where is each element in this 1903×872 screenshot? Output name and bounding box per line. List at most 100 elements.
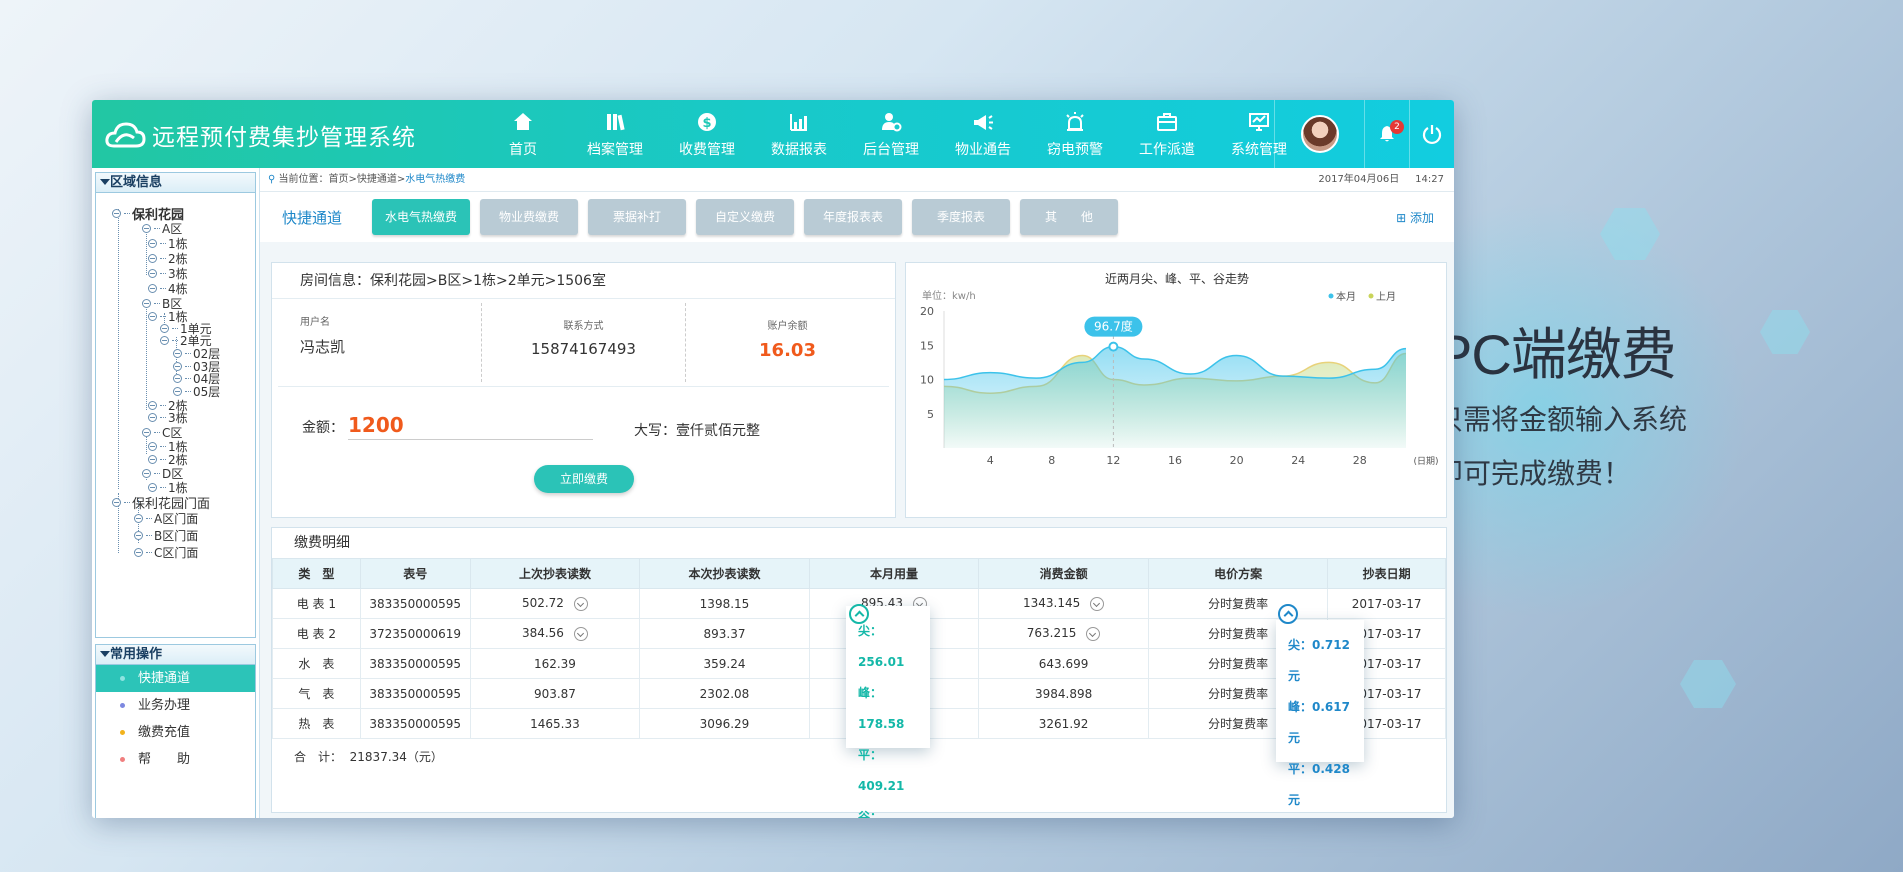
collapse-reading-icon[interactable] [849, 604, 869, 624]
cell-value: 电 表 1 [296, 597, 336, 611]
pay-now-button[interactable]: 立即缴费 [534, 465, 634, 493]
sidebar-op-3[interactable]: 帮 助 [96, 746, 255, 773]
total-label: 合 计： [294, 750, 343, 764]
quick-button-1[interactable]: 物业费缴费 [480, 199, 578, 235]
tree-node[interactable]: A区门面 [134, 510, 198, 527]
nav-item-4[interactable]: 后台管理 [845, 100, 937, 168]
user-label: 用户名 [300, 317, 330, 328]
promo-line-2: 即可完成缴费！ [1435, 457, 1632, 490]
location-icon: ⚲ [268, 174, 276, 185]
tree-toggle-icon[interactable] [134, 548, 143, 557]
region-panel-title[interactable]: 区域信息 [95, 172, 256, 193]
tree-toggle-icon[interactable] [148, 413, 157, 422]
popup-line: 谷：0.307元 [1288, 816, 1352, 818]
capital-row: 大写：壹仟贰佰元整 [634, 420, 760, 440]
cell-value: 502.72 [521, 596, 564, 611]
breadcrumb-path[interactable]: 当前位置：首页>快捷通道> [279, 174, 406, 185]
tree-connector [160, 243, 166, 244]
tree-toggle-icon[interactable] [112, 498, 121, 507]
legend-marker [1368, 293, 1374, 299]
column-header: 抄表日期 [1327, 558, 1446, 589]
nav-item-1[interactable]: 档案管理 [569, 100, 661, 168]
tree-connector [124, 502, 130, 503]
popup-line: 峰：178.58 [858, 686, 905, 731]
tree-toggle-icon[interactable] [134, 514, 143, 523]
tree-connector [160, 446, 166, 447]
tree-toggle-icon[interactable] [160, 336, 169, 345]
column-header: 上次抄表读数 [469, 558, 641, 589]
tree-node[interactable]: B区门面 [134, 527, 198, 544]
expand-icon[interactable] [573, 596, 588, 611]
tree-toggle-icon[interactable] [148, 442, 157, 451]
tree-toggle-icon[interactable] [134, 531, 143, 540]
tree-connector [160, 459, 166, 460]
sidebar-op-0[interactable]: 快捷通道 [96, 665, 255, 692]
amount-input[interactable]: 1200 [348, 413, 593, 440]
legend-label[interactable]: 上月 [1376, 291, 1396, 303]
expand-icon[interactable] [1086, 626, 1101, 641]
cell-value: 电 表 2 [296, 627, 336, 641]
add-button[interactable]: ⊞ 添加 [1396, 209, 1434, 226]
expand-icon[interactable] [573, 626, 588, 641]
legend-label[interactable]: 本月 [1336, 290, 1356, 303]
nav-item-0[interactable]: 首页 [477, 100, 569, 168]
column-header: 电价方案 [1147, 558, 1329, 589]
collapse-price-icon[interactable] [1278, 604, 1298, 624]
tree-connector [154, 432, 160, 433]
nav-label: 数据报表 [771, 141, 827, 158]
sidebar-op-1[interactable]: 业务办理 [96, 692, 255, 719]
quick-button-2[interactable]: 票据补打 [588, 199, 686, 235]
quick-button-5[interactable]: 季度报表 [912, 199, 1010, 235]
tree-toggle-icon[interactable] [142, 428, 151, 437]
common-ops-title[interactable]: 常用操作 [95, 644, 256, 665]
tree-toggle-icon[interactable] [148, 269, 157, 278]
quick-button-6[interactable]: 其 他 [1020, 199, 1118, 235]
tree-toggle-icon[interactable] [148, 312, 157, 321]
tree-toggle-icon[interactable] [112, 209, 121, 218]
tree-toggle-icon[interactable] [173, 387, 182, 396]
sidebar-op-label: 快捷通道 [138, 671, 191, 686]
popup-line: 平：0.428元 [1288, 762, 1350, 807]
tree-toggle-icon[interactable] [173, 349, 182, 358]
quick-title: 快捷通道 [282, 208, 343, 227]
tree-toggle-icon[interactable] [142, 469, 151, 478]
nav-label: 档案管理 [587, 141, 643, 158]
sidebar-op-2[interactable]: 缴费充值 [96, 719, 255, 746]
table-cell: 气 表 [272, 678, 361, 709]
tree-toggle-icon[interactable] [173, 374, 182, 383]
cell-value: 分时复费率 [1208, 687, 1269, 701]
nav-item-3[interactable]: 数据报表 [753, 100, 845, 168]
tree-connector [160, 273, 166, 274]
nav-item-2[interactable]: $ 收费管理 [661, 100, 753, 168]
tree-toggle-icon[interactable] [142, 224, 151, 233]
main-nav: 首页 档案管理 $ 收费管理 数据报表 后台管理 物业通告 窃电预警 工作派遣 系统管理 [477, 100, 1305, 168]
power-button[interactable] [1409, 100, 1454, 168]
tree-toggle-icon[interactable] [148, 284, 157, 293]
user-name: 冯志凯 [300, 338, 346, 356]
cell-value: 1343.145 [1022, 596, 1081, 611]
nav-label: 收费管理 [679, 141, 735, 158]
cell-value: 3096.29 [699, 716, 750, 731]
tree-toggle-icon[interactable] [148, 239, 157, 248]
quick-button-3[interactable]: 自定义缴费 [696, 199, 794, 235]
tooltip-point[interactable] [1108, 341, 1119, 352]
nav-item-7[interactable]: 工作派遣 [1121, 100, 1213, 168]
notification-button[interactable]: 2 [1364, 100, 1409, 168]
tree-line [146, 300, 147, 410]
svg-text:$: $ [702, 116, 711, 131]
quick-button-4[interactable]: 年度报表表 [804, 199, 902, 235]
tree-toggle-icon[interactable] [148, 455, 157, 464]
promo-text: PC端缴费 只需将金额输入系统 即可完成缴费！ [1435, 310, 1687, 499]
nav-item-5[interactable]: 物业通告 [937, 100, 1029, 168]
nav-item-6[interactable]: 窃电预警 [1029, 100, 1121, 168]
tree-toggle-icon[interactable] [148, 483, 157, 492]
contact-value: 15874167493 [531, 340, 636, 358]
avatar-button[interactable] [1274, 100, 1364, 168]
chart-title: 近两月尖、峰、平、谷走势 [1105, 272, 1249, 286]
cell-value: 384.56 [521, 626, 564, 641]
tree-toggle-icon[interactable] [148, 254, 157, 263]
quick-button-0[interactable]: 水电气热缴费 [372, 199, 470, 235]
tree-node[interactable]: C区门面 [134, 544, 198, 561]
tree-toggle-icon[interactable] [142, 299, 151, 308]
expand-icon[interactable] [1090, 596, 1105, 611]
